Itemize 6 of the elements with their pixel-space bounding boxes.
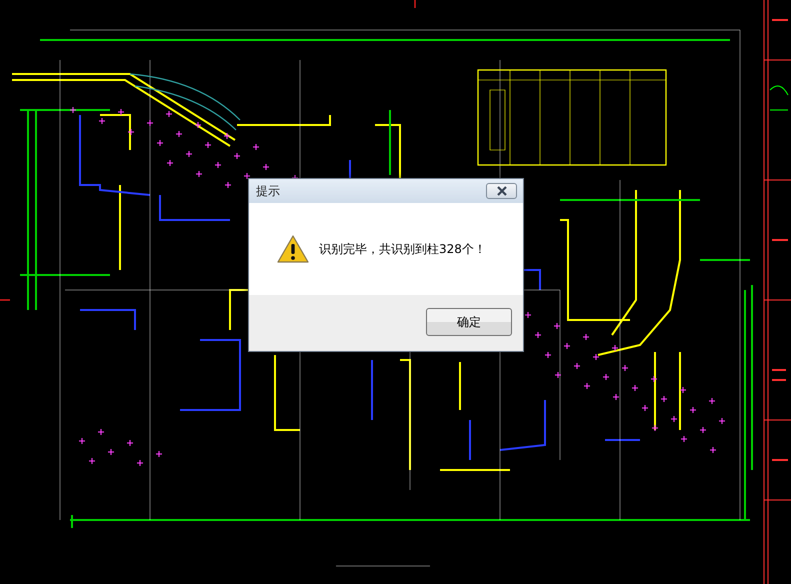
dialog-title: 提示 bbox=[256, 182, 280, 200]
dialog-message: 识别完毕，共识别到柱328个！ bbox=[319, 240, 486, 258]
close-icon bbox=[496, 186, 508, 196]
warning-icon bbox=[277, 235, 309, 263]
close-button[interactable] bbox=[486, 183, 517, 199]
ok-button[interactable]: 确定 bbox=[426, 308, 512, 336]
